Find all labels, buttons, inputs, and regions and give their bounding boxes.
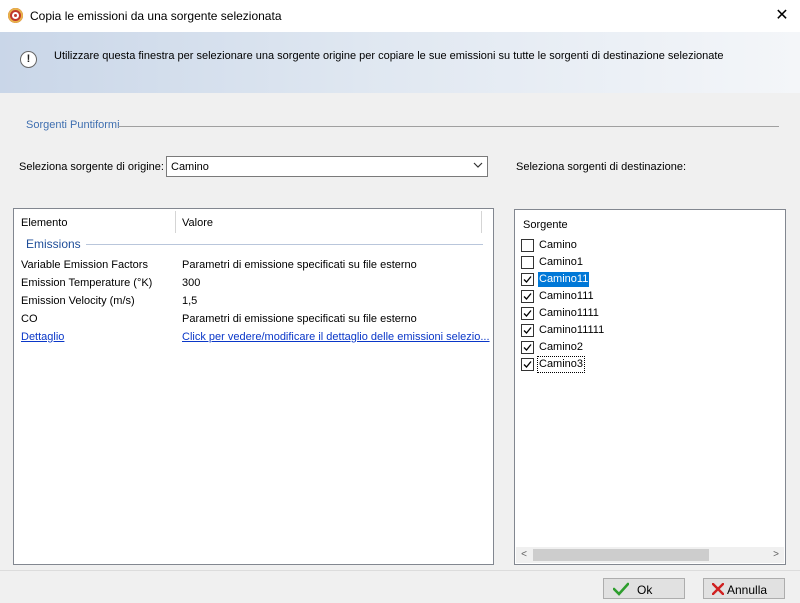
- property-row-detail: Dettaglio Click per vedere/modificare il…: [14, 329, 493, 347]
- destination-item-label: Camino3: [536, 356, 586, 373]
- window-title: Copia le emissioni da una sorgente selez…: [30, 9, 282, 23]
- cancel-button-label: Annulla: [727, 583, 768, 597]
- cancel-button[interactable]: Annulla: [703, 578, 785, 599]
- section-header-emissions: Emissions: [26, 237, 81, 251]
- destination-item-label: Camino1: [539, 256, 584, 268]
- property-row[interactable]: Emission Temperature (°K) 300: [14, 275, 493, 293]
- checkmark-icon: [523, 293, 532, 300]
- ok-button[interactable]: Ok: [603, 578, 685, 599]
- checkmark-icon: [523, 344, 532, 351]
- chevron-down-icon[interactable]: [473, 160, 483, 170]
- checkmark-icon: [613, 582, 629, 596]
- horizontal-scrollbar[interactable]: < >: [516, 547, 784, 563]
- edit-emissions-detail-link[interactable]: Click per vedere/modificare il dettaglio…: [182, 331, 490, 343]
- group-divider: [118, 126, 779, 127]
- source-combobox[interactable]: Camino: [166, 156, 488, 177]
- detail-link[interactable]: Dettaglio: [21, 331, 64, 343]
- title-bar: Copia le emissioni da una sorgente selez…: [0, 0, 800, 32]
- destination-checkbox[interactable]: [521, 358, 534, 371]
- properties-grid: Elemento Valore Emissions Variable Emiss…: [13, 208, 494, 565]
- destination-checkbox[interactable]: [521, 256, 534, 269]
- destination-checkbox[interactable]: [521, 341, 534, 354]
- scroll-right-icon[interactable]: >: [768, 547, 784, 563]
- destination-item-label: Camino2: [539, 341, 584, 353]
- destination-checkbox[interactable]: [521, 324, 534, 337]
- close-icon[interactable]: ✕: [766, 4, 798, 28]
- column-separator[interactable]: [175, 211, 176, 233]
- app-target-icon: [8, 8, 23, 23]
- destination-item-label: Camino111: [539, 290, 594, 302]
- destination-item-label: Camino11: [538, 272, 590, 287]
- property-row[interactable]: Emission Velocity (m/s) 1,5: [14, 293, 493, 311]
- property-row[interactable]: CO Parametri di emissione specificati su…: [14, 311, 493, 329]
- info-text: Utilizzare questa finestra per seleziona…: [54, 50, 724, 62]
- column-header-value[interactable]: Valore: [182, 217, 213, 229]
- destination-item-label: Camino1111: [539, 307, 599, 319]
- destination-checklist: Sorgente Camino Camino1 Camino11 Camino111 C…: [514, 209, 786, 565]
- property-value: Parametri di emissione specificati su fi…: [182, 259, 417, 271]
- property-name: CO: [21, 313, 38, 325]
- property-value: Parametri di emissione specificati su fi…: [182, 313, 417, 325]
- group-title: Sorgenti Puntiformi: [26, 119, 120, 131]
- property-value: 1,5: [182, 295, 198, 307]
- destination-item-label: Camino11111: [539, 324, 605, 336]
- property-name: Emission Velocity (m/s): [21, 295, 135, 307]
- checkmark-icon: [523, 276, 532, 283]
- destination-checkbox[interactable]: [521, 307, 534, 320]
- destination-checkbox[interactable]: [521, 290, 534, 303]
- column-separator[interactable]: [481, 211, 482, 233]
- checkmark-icon: [523, 361, 532, 368]
- property-name: Emission Temperature (°K): [21, 277, 153, 289]
- destination-item-label: Camino: [539, 239, 577, 251]
- info-icon: !: [20, 51, 37, 68]
- column-header-element[interactable]: Elemento: [21, 217, 67, 229]
- cancel-x-icon: [712, 583, 724, 595]
- checkmark-icon: [523, 327, 532, 334]
- scroll-left-icon[interactable]: <: [516, 547, 532, 563]
- footer-divider: [0, 570, 800, 571]
- section-divider: [86, 244, 483, 245]
- source-label: Seleziona sorgente di origine:: [19, 161, 164, 173]
- destination-checkbox[interactable]: [521, 273, 534, 286]
- scrollbar-thumb[interactable]: [533, 549, 709, 561]
- checkmark-icon: [523, 310, 532, 317]
- ok-button-label: Ok: [637, 583, 653, 597]
- destination-list-header: Sorgente: [523, 219, 568, 231]
- destination-label: Seleziona sorgenti di destinazione:: [516, 161, 687, 173]
- property-value: 300: [182, 277, 201, 289]
- property-row[interactable]: Variable Emission Factors Parametri di e…: [14, 257, 493, 275]
- property-name: Variable Emission Factors: [21, 259, 148, 271]
- info-banner: [0, 32, 800, 93]
- destination-checkbox[interactable]: [521, 239, 534, 252]
- source-combobox-value: Camino: [171, 161, 209, 173]
